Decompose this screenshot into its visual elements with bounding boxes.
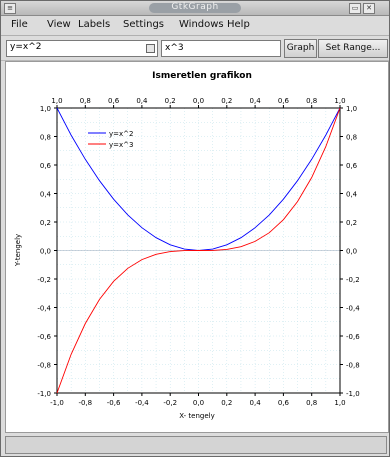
legend-label-x3: y=x^3 (109, 141, 133, 149)
x-tick-label: -0,8 (78, 399, 92, 407)
x-tick-label: 0,8 (306, 399, 317, 407)
y-tick-label: 0,8 (40, 134, 51, 142)
function-select[interactable]: y=x^2 (6, 40, 158, 57)
right-tick-label: 0,8 (346, 134, 357, 142)
chart-title: Ismeretlen grafikon (152, 71, 252, 81)
window-title: GtkGraph (171, 2, 219, 12)
right-tick-label: 1,0 (346, 105, 357, 113)
expression-field[interactable] (161, 40, 281, 57)
x-tick-label: -1,0 (50, 399, 64, 407)
x-tick-label: 0,0 (193, 399, 204, 407)
y-tick-label: 1,0 (40, 105, 51, 113)
y-tick-label: -0,6 (37, 333, 51, 341)
expression-input[interactable] (162, 41, 280, 54)
chart-svg: Ismeretlen grafikon X- tengely Y-tengely… (14, 71, 360, 420)
y-tick-label: -0,2 (37, 276, 51, 284)
y-tick-label: -0,4 (37, 305, 51, 313)
x-axis-label: X- tengely (179, 412, 215, 420)
right-tick-label: 0,0 (346, 248, 357, 256)
top-tick-label: 0,4 (250, 97, 262, 105)
top-tick-label: 1,0 (334, 97, 345, 105)
menu-file[interactable]: File (11, 19, 28, 30)
right-tick-label: -0,6 (346, 333, 360, 341)
top-tick-label: 1,0 (51, 97, 62, 105)
right-tick-label: 0,6 (346, 162, 358, 170)
y-tick-label: -0,8 (37, 362, 51, 370)
right-tick-label: -0,4 (346, 305, 360, 313)
top-tick-label: 0,8 (306, 97, 317, 105)
legend: y=x^2 y=x^3 (88, 130, 133, 149)
x-tick-label: -0,2 (163, 399, 177, 407)
y-tick-label: 0,6 (40, 162, 52, 170)
menu-view[interactable]: View (47, 19, 71, 30)
right-tick-label: -1,0 (346, 390, 360, 398)
right-tick-label: -0,2 (346, 276, 360, 284)
x-tick-label: 0,4 (250, 399, 262, 407)
y-tick-label: 0,4 (40, 191, 52, 199)
toolbar: y=x^2 Graph Set Range... (1, 36, 389, 61)
top-tick-label: 0,6 (278, 97, 290, 105)
app-window: ≡ GtkGraph ▭ ✕ File View Labels Settings… (0, 0, 390, 457)
set-range-button[interactable]: Set Range... (318, 39, 388, 58)
top-tick-label: 0,8 (80, 97, 91, 105)
x-tick-label: 1,0 (334, 399, 345, 407)
right-tick-label: 0,2 (346, 219, 357, 227)
legend-label-x2: y=x^2 (109, 130, 133, 138)
y-tick-label: 0,2 (40, 219, 51, 227)
menu-help[interactable]: Help (227, 19, 250, 30)
top-tick-label: 0,0 (193, 97, 204, 105)
menu-windows[interactable]: Windows (179, 19, 224, 30)
top-tick-label: 0,6 (108, 97, 120, 105)
top-tick-label: 0,2 (221, 97, 232, 105)
y-axis-label: Y-tengely (14, 234, 22, 267)
function-select-value: y=x^2 (10, 42, 42, 52)
y-tick-label: -1,0 (37, 390, 51, 398)
top-tick-label: 0,4 (136, 97, 148, 105)
menu-bar: File View Labels Settings Windows Help (1, 16, 389, 36)
y-tick-label: 0,0 (40, 248, 51, 256)
right-tick-label: 0,4 (346, 191, 358, 199)
minimize-button[interactable]: ▭ (349, 3, 361, 14)
x-tick-label: 0,2 (221, 399, 232, 407)
close-button[interactable]: ✕ (363, 3, 375, 14)
menu-labels[interactable]: Labels (78, 19, 110, 30)
status-bar (5, 436, 387, 454)
x-tick-label: -0,4 (135, 399, 149, 407)
right-tick-label: -0,8 (346, 362, 360, 370)
top-tick-label: 0,2 (165, 97, 176, 105)
menu-settings[interactable]: Settings (123, 19, 164, 30)
graph-button[interactable]: Graph (284, 39, 317, 58)
plot-area: Ismeretlen grafikon X- tengely Y-tengely… (5, 61, 389, 433)
title-bar[interactable]: ≡ GtkGraph ▭ ✕ (1, 1, 389, 16)
x-tick-label: 0,6 (278, 399, 290, 407)
x-tick-label: -0,6 (107, 399, 121, 407)
dropdown-arrow-icon[interactable] (146, 44, 155, 53)
